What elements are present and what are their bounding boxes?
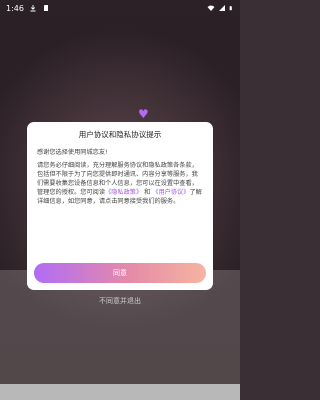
navigation-bar (0, 384, 240, 400)
dialog-thanks-text: 感谢您选择使用同城恋友! (37, 149, 108, 156)
dialog-body: 请您务必仔细阅读，充分理解服务协议和隐私政策各条款，包括但不限于为了向您提供即时… (37, 161, 203, 206)
signal-icon (219, 5, 225, 11)
wifi-icon (207, 5, 215, 11)
battery-icon (229, 6, 232, 11)
sd-card-icon (43, 5, 48, 11)
download-icon (30, 5, 36, 12)
heart-icon: ♥ (138, 107, 149, 121)
and-text: 和 (144, 189, 151, 196)
dialog-title: 用户协议和隐私协议提示 (78, 130, 162, 139)
status-time: 1:46 (6, 3, 24, 13)
privacy-policy-link[interactable]: 《隐私政策》 (105, 189, 142, 196)
privacy-dialog: 用户协议和隐私协议提示 感谢您选择使用同城恋友! 请您务必仔细阅读，充分理解服务… (27, 122, 213, 290)
disagree-exit-button[interactable]: 不同意并退出 (0, 296, 240, 306)
user-agreement-link[interactable]: 《用户协议》 (152, 189, 189, 196)
status-bar: 1:46 (0, 0, 240, 16)
agree-button[interactable]: 同意 (34, 263, 206, 283)
